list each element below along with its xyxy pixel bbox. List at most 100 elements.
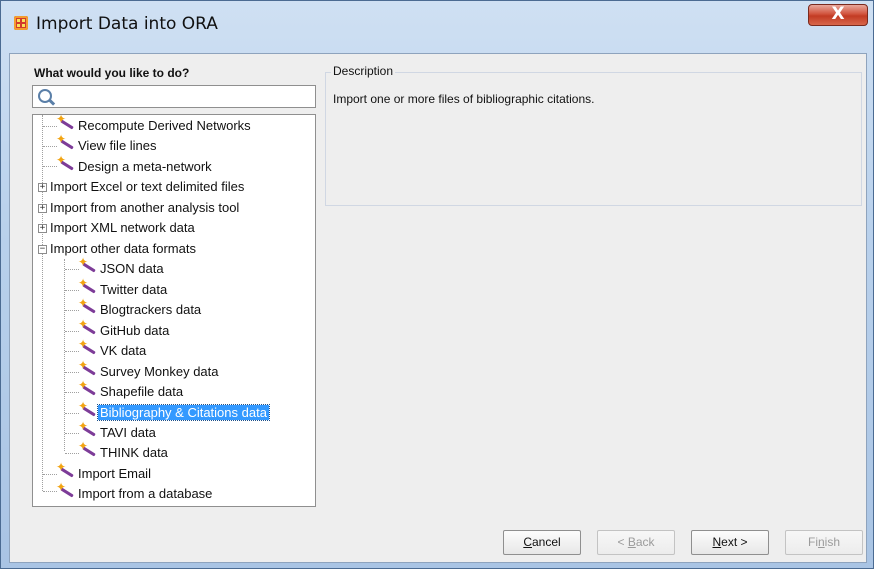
ora-app-icon — [14, 16, 28, 30]
tree-item-label: Shapefile data — [100, 384, 184, 399]
cancel-label-post: ancel — [531, 535, 561, 549]
cancel-mnemonic: C — [523, 535, 532, 549]
tree-item-label: GitHub data — [100, 323, 170, 338]
window-title: Import Data into ORA — [36, 14, 218, 34]
close-button[interactable]: X — [808, 4, 868, 26]
magic-wand-icon — [78, 255, 96, 274]
magic-wand-icon — [56, 132, 74, 151]
finish-mnemonic: n — [817, 535, 825, 549]
tree-item-shapefile-data[interactable]: Shapefile data — [98, 383, 185, 401]
tree-item-import-database[interactable]: Import from a database — [76, 485, 214, 503]
collapse-toggle[interactable]: − — [38, 245, 47, 254]
tree-connector — [65, 331, 79, 332]
tree-connector — [65, 453, 79, 454]
next-mnemonic: N — [712, 535, 722, 549]
tree-item-label: Recompute Derived Networks — [78, 118, 251, 133]
close-icon: X — [831, 4, 845, 24]
finish-label-pre: Fi — [807, 535, 818, 549]
tree-item-survey-monkey-data[interactable]: Survey Monkey data — [98, 363, 221, 381]
expand-toggle[interactable]: + — [38, 224, 47, 233]
title-bar[interactable]: Import Data into ORA X — [1, 1, 873, 45]
expand-toggle[interactable]: + — [38, 204, 47, 213]
tree-connector — [43, 126, 57, 127]
search-input[interactable] — [32, 85, 316, 108]
tree-item-design-meta-network[interactable]: Design a meta-network — [76, 158, 214, 176]
tree-item-label: THINK data — [100, 445, 168, 460]
tree-item-import-analysis-tool[interactable]: Import from another analysis tool — [48, 199, 241, 217]
task-heading: What would you like to do? — [34, 66, 190, 80]
tree-item-label: Twitter data — [100, 282, 168, 297]
tree-connector — [65, 290, 79, 291]
description-text: Import one or more files of bibliographi… — [333, 92, 595, 106]
finish-button[interactable]: Finish — [785, 530, 863, 555]
magic-wand-icon — [78, 296, 96, 315]
tree-connector — [65, 269, 79, 270]
import-dialog-window: Import Data into ORA X What would you li… — [0, 0, 874, 569]
magic-wand-icon — [56, 115, 74, 131]
cancel-button[interactable]: Cancel — [503, 530, 581, 555]
tree-item-label: Import Excel or text delimited files — [50, 179, 245, 194]
tree-item-label: VK data — [100, 343, 147, 358]
next-button[interactable]: Next > — [691, 530, 769, 555]
tree-item-label: JSON data — [100, 261, 164, 276]
tree-item-label: Import from a database — [78, 486, 213, 501]
magic-wand-icon — [56, 460, 74, 479]
tree-item-label: Import other data formats — [50, 241, 196, 256]
magic-wand-icon — [78, 419, 96, 438]
magic-wand-icon — [56, 480, 74, 499]
search-icon — [38, 89, 52, 103]
tree-item-label: View file lines — [78, 138, 157, 153]
magic-wand-icon — [78, 276, 96, 295]
tree-item-think-data[interactable]: THINK data — [98, 444, 170, 462]
magic-wand-icon — [56, 153, 74, 172]
tree-item-import-email[interactable]: Import Email — [76, 465, 153, 483]
magic-wand-icon — [78, 358, 96, 377]
tree-item-import-xml[interactable]: Import XML network data — [48, 219, 197, 237]
tree-item-import-excel-text[interactable]: Import Excel or text delimited files — [48, 178, 246, 196]
tree-item-github-data[interactable]: GitHub data — [98, 322, 171, 340]
tree-item-label: Blogtrackers data — [100, 302, 202, 317]
finish-label-post: ish — [824, 535, 841, 549]
tree-connector — [65, 310, 79, 311]
tree-root-connector — [42, 115, 43, 491]
tree-connector — [43, 474, 57, 475]
description-legend: Description — [331, 64, 396, 78]
tree-item-label: Survey Monkey data — [100, 364, 219, 379]
tree-item-label: Import XML network data — [50, 220, 195, 235]
tree-item-vk-data[interactable]: VK data — [98, 342, 148, 360]
magic-wand-icon — [78, 399, 96, 418]
magic-wand-icon — [78, 337, 96, 356]
tree-connector — [43, 491, 57, 492]
tree-item-twitter-data[interactable]: Twitter data — [98, 281, 169, 299]
back-label-post: ack — [635, 535, 655, 549]
magic-wand-icon — [78, 317, 96, 336]
tree-item-tavi-data[interactable]: TAVI data — [98, 424, 158, 442]
tree-connector — [43, 166, 57, 167]
next-label-post: ext > — [721, 535, 748, 549]
back-mnemonic: B — [627, 535, 636, 549]
tree-connector — [65, 372, 79, 373]
tree-item-label: Bibliography & Citations data — [97, 404, 270, 421]
tree-item-view-file-lines[interactable]: View file lines — [76, 137, 159, 155]
tree-item-label: TAVI data — [100, 425, 156, 440]
tree-connector — [65, 351, 79, 352]
tree-item-bibliography-citations-data[interactable]: Bibliography & Citations data — [97, 404, 270, 422]
tree-item-label: Import from another analysis tool — [50, 200, 240, 215]
tree-item-blogtrackers-data[interactable]: Blogtrackers data — [98, 301, 203, 319]
tree-item-label: Design a meta-network — [78, 159, 212, 174]
tree-connector — [65, 392, 79, 393]
back-button[interactable]: < Back — [597, 530, 675, 555]
tree-item-import-other-formats[interactable]: Import other data formats — [48, 240, 198, 258]
tree-connector — [43, 146, 57, 147]
tree-item-json-data[interactable]: JSON data — [98, 260, 166, 278]
back-label-pre: < — [617, 535, 628, 549]
tree-connector — [65, 413, 79, 414]
magic-wand-icon — [78, 378, 96, 397]
tree-connector — [65, 433, 79, 434]
tree-item-label: Import Email — [78, 466, 151, 481]
import-options-tree[interactable]: Recompute Derived Networks View file lin… — [32, 114, 316, 507]
dialog-body: What would you like to do? Recompute Der… — [9, 53, 867, 563]
expand-toggle[interactable]: + — [38, 183, 47, 192]
tree-child-connector — [64, 259, 65, 451]
tree-item-recompute-derived-networks[interactable]: Recompute Derived Networks — [76, 117, 253, 135]
